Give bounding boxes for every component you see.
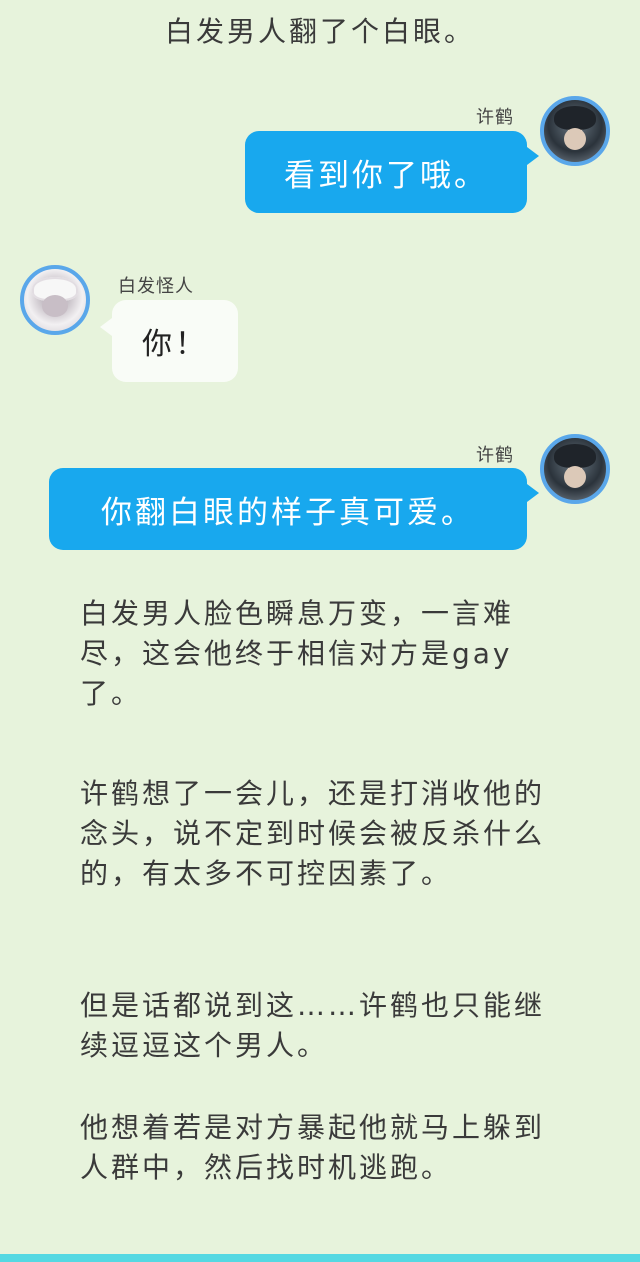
message-text: 你翻白眼的样子真可爱。 [101,494,475,531]
narration-paragraph: 许鹤想了一会儿，还是打消收他的念头，说不定到时候会被反杀什么的，有太多不可控因素… [80,777,546,890]
sender-name: 许鹤 [476,445,514,466]
message-text: 看到你了哦。 [284,157,488,194]
avatar-icon[interactable] [540,96,610,166]
narration-paragraph: 但是话都说到这……许鹤也只能继续逗逗这个男人。 [80,989,546,1062]
avatar-icon[interactable] [540,434,610,504]
message-bubble-right: 你翻白眼的样子真可爱。 [49,468,539,550]
top-narration: 白发男人翻了个白眼。 [164,15,475,48]
message-bubble-right: 看到你了哦。 [245,131,539,213]
sender-name: 许鹤 [476,107,514,128]
message-text: 你！ [142,327,208,362]
sender-name: 白发怪人 [118,276,194,297]
message-bubble-left: 你！ [100,300,238,382]
narration-paragraph: 他想着若是对方暴起他就马上躲到人群中，然后找时机逃跑。 [80,1111,546,1184]
bottom-bar [0,1254,640,1262]
avatar-icon[interactable] [20,265,90,335]
narration-paragraph: 白发男人脸色瞬息万变，一言难尽，这会他终于相信对方是gay了。 [80,597,515,710]
